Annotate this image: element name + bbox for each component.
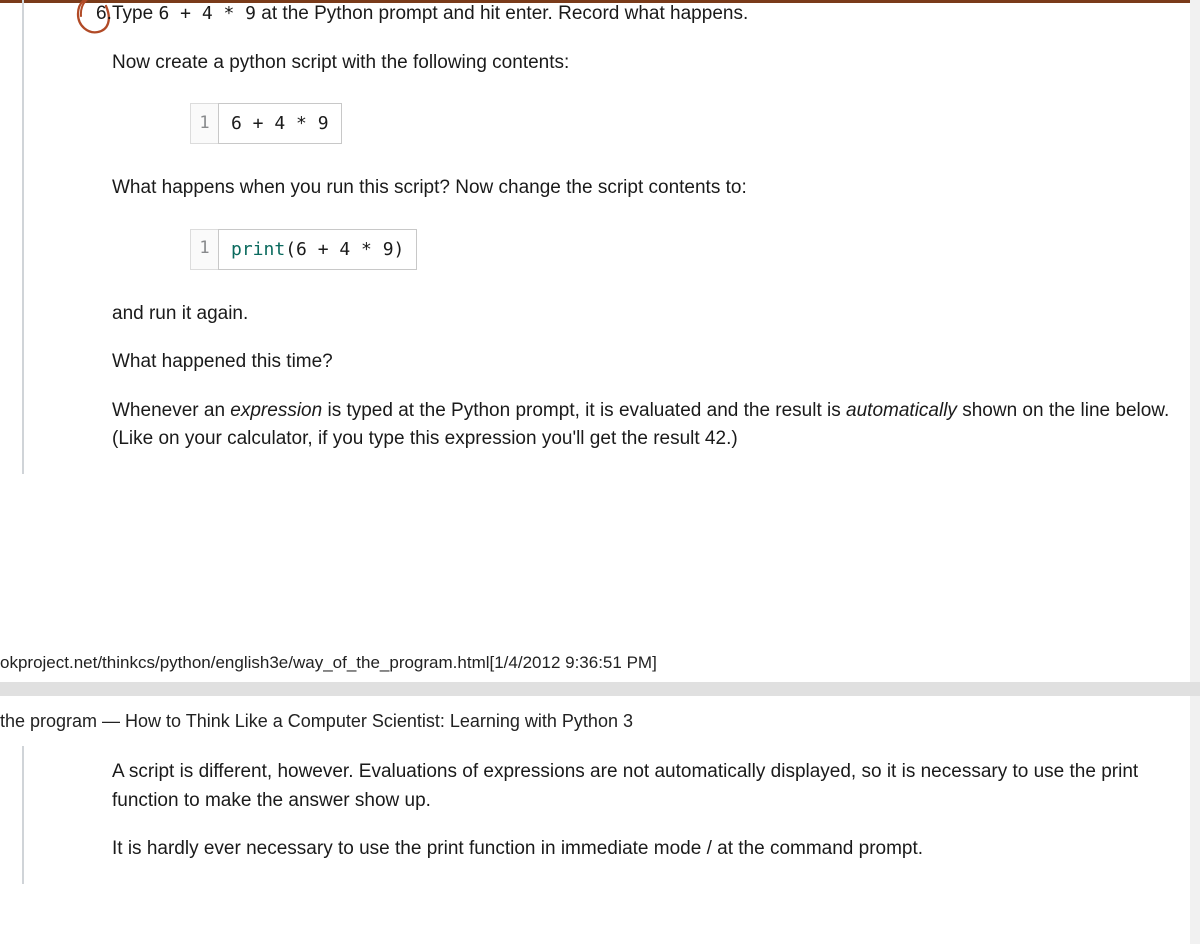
- para6-em2: automatically: [846, 400, 957, 421]
- page-footer-url: okproject.net/thinkcs/python/english3e/w…: [0, 650, 657, 676]
- inline-code: 6 + 4 * 9: [158, 3, 256, 24]
- code-block-1: 1 6 + 4 * 9: [190, 103, 1188, 144]
- code-content: print(6 + 4 * 9): [218, 229, 417, 270]
- list-item-number: 6.: [96, 0, 112, 29]
- code-block-2: 1 print(6 + 4 * 9): [190, 229, 1188, 270]
- para1-after: at the Python prompt and hit enter. Reco…: [256, 3, 748, 24]
- paragraph-8: It is hardly ever necessary to use the p…: [112, 835, 1188, 864]
- page-header-next: the program — How to Think Like a Comput…: [0, 708, 633, 735]
- paragraph-4: and run it again.: [112, 300, 1188, 329]
- page: 6. Type 6 + 4 * 9 at the Python prompt a…: [0, 0, 1200, 944]
- content-inner: Type 6 + 4 * 9 at the Python prompt and …: [24, 0, 1188, 454]
- page-break: [0, 682, 1200, 696]
- paragraph-2: Now create a python script with the foll…: [112, 49, 1188, 78]
- content-block-lower: A script is different, however. Evaluati…: [22, 746, 1188, 884]
- paragraph-1: Type 6 + 4 * 9 at the Python prompt and …: [112, 0, 1188, 29]
- para6-a: Whenever an: [112, 400, 230, 421]
- scrollbar-track[interactable]: [1190, 0, 1200, 944]
- code-lineno: 1: [190, 229, 218, 270]
- para6-em1: expression: [230, 400, 322, 421]
- para1-before: Type: [112, 3, 158, 24]
- code-token-fn: print: [231, 239, 285, 260]
- code-content: 6 + 4 * 9: [218, 103, 342, 144]
- paragraph-3: What happens when you run this script? N…: [112, 174, 1188, 203]
- paragraph-6: Whenever an expression is typed at the P…: [112, 397, 1188, 454]
- code-token-rest: (6 + 4 * 9): [285, 239, 404, 260]
- content-block-upper: 6. Type 6 + 4 * 9 at the Python prompt a…: [22, 0, 1188, 474]
- paragraph-7: A script is different, however. Evaluati…: [112, 758, 1188, 815]
- paragraph-5: What happened this time?: [112, 348, 1188, 377]
- code-lineno: 1: [190, 103, 218, 144]
- content-inner-2: A script is different, however. Evaluati…: [24, 746, 1188, 864]
- para6-b: is typed at the Python prompt, it is eva…: [322, 400, 846, 421]
